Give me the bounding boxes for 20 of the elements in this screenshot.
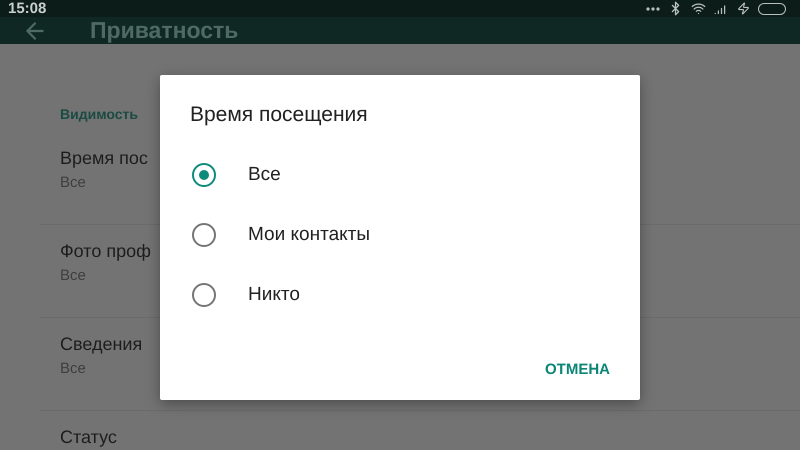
section-header: Видимость xyxy=(60,106,138,122)
dialog-title: Время посещения xyxy=(190,103,368,127)
radio-button[interactable] xyxy=(192,163,216,187)
cancel-button[interactable]: ОТМЕНА xyxy=(545,353,610,386)
option-label[interactable]: Все xyxy=(248,164,281,186)
settings-item[interactable]: Статус xyxy=(40,411,800,450)
charging-icon xyxy=(737,2,750,15)
screen-title: Приватность xyxy=(90,17,238,44)
radio-button[interactable] xyxy=(192,223,216,247)
radio-button[interactable] xyxy=(192,283,216,307)
battery-icon xyxy=(758,2,786,14)
item-title: Статус xyxy=(60,427,117,448)
option-label[interactable]: Никто xyxy=(248,284,300,306)
option-label[interactable]: Мои контакты xyxy=(248,224,370,246)
wifi-icon xyxy=(691,1,706,16)
clock: 15:08 xyxy=(8,0,46,17)
item-title: Фото проф xyxy=(60,241,151,262)
item-title: Сведения xyxy=(60,334,142,355)
item-title: Время пос xyxy=(60,148,148,169)
more-icon xyxy=(646,6,660,10)
